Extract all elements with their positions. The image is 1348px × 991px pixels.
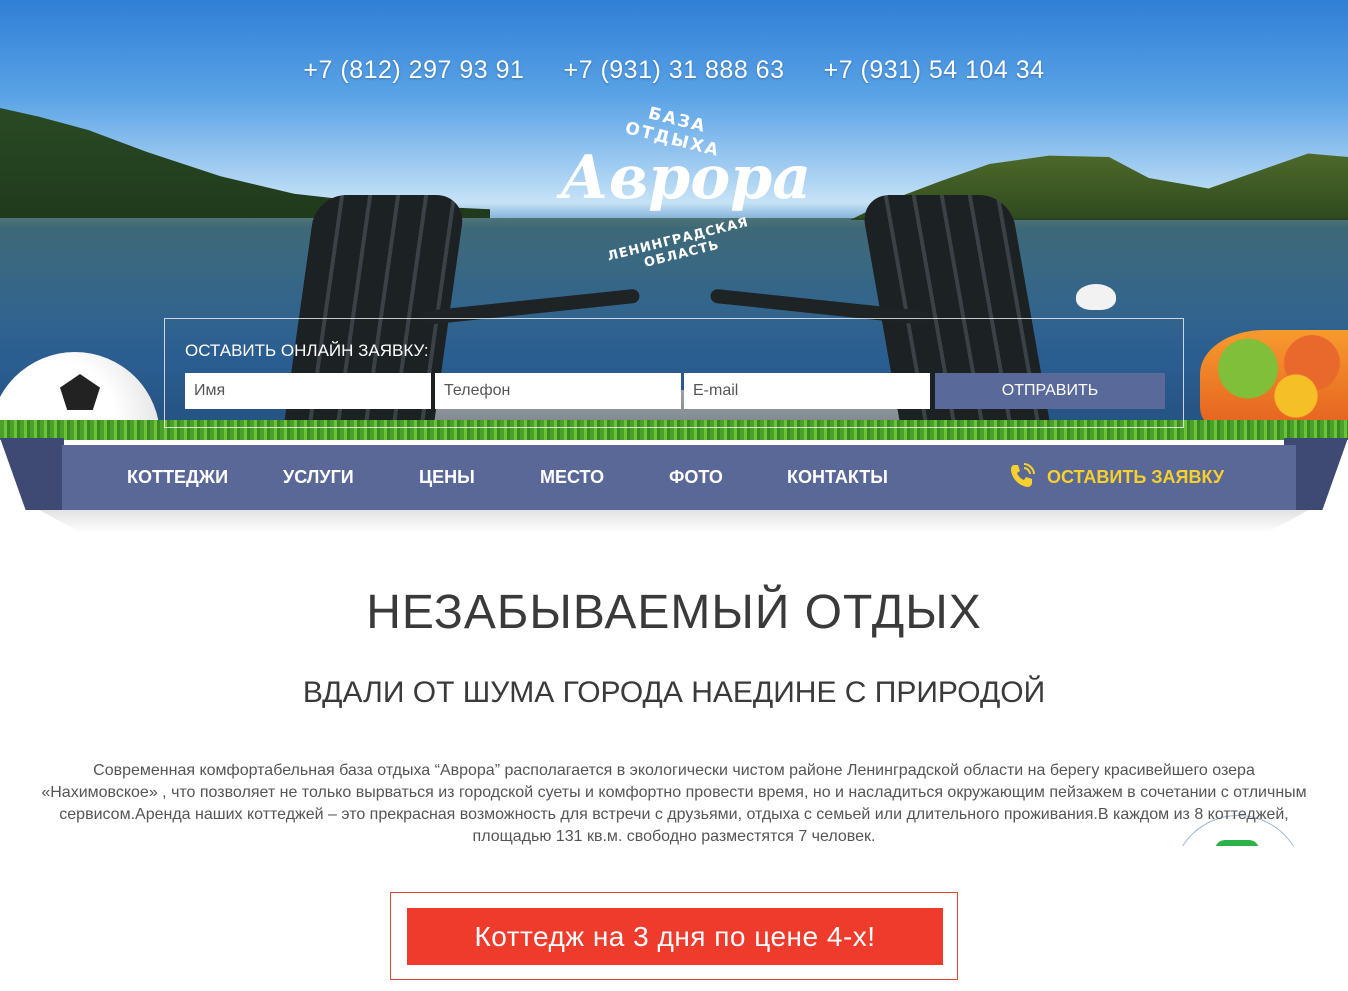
description-text: Современная комфортабельная база отдыха … <box>41 762 1307 845</box>
phone-number-1[interactable]: +7 (812) 297 93 91 <box>303 56 524 85</box>
widget-mask <box>1150 846 1348 991</box>
nav-item-location[interactable]: МЕСТО <box>540 445 604 510</box>
form-title: ОСТАВИТЬ ОНЛАЙН ЗАЯВКУ: <box>185 341 429 360</box>
email-input[interactable] <box>684 373 930 409</box>
main-navigation: КОТТЕДЖИ УСЛУГИ ЦЕНЫ МЕСТО ФОТО КОНТАКТЫ… <box>62 445 1296 510</box>
site-logo[interactable]: БАЗА ОТДЫХА Аврора ЛЕНИНГРАДСКАЯ ОБЛАСТЬ <box>560 100 812 280</box>
nav-item-cottages[interactable]: КОТТЕДЖИ <box>127 445 228 510</box>
online-request-form: ОСТАВИТЬ ОНЛАЙН ЗАЯВКУ: ОТПРАВИТЬ <box>164 318 1184 428</box>
nav-item-photo[interactable]: ФОТО <box>669 445 723 510</box>
name-input[interactable] <box>185 373 431 409</box>
leave-request-link[interactable]: ОСТАВИТЬ ЗАЯВКУ <box>1011 445 1225 510</box>
page-subtitle: ВДАЛИ ОТ ШУМА ГОРОДА НАЕДИНЕ С ПРИРОДОЙ <box>302 676 1046 709</box>
submit-button[interactable]: ОТПРАВИТЬ <box>935 373 1165 409</box>
nav-ribbon-left <box>0 438 64 510</box>
phone-number-3[interactable]: +7 (931) 54 104 34 <box>824 56 1045 85</box>
nav-item-contacts[interactable]: КОНТАКТЫ <box>787 445 888 510</box>
nav-item-services[interactable]: УСЛУГИ <box>283 445 354 510</box>
phone-input[interactable] <box>435 373 681 409</box>
phone-list: +7 (812) 297 93 91 +7 (931) 31 888 63 +7… <box>0 56 1348 85</box>
phone-number-2[interactable]: +7 (931) 31 888 63 <box>564 56 785 85</box>
hero-banner: +7 (812) 297 93 91 +7 (931) 31 888 63 +7… <box>0 0 1348 440</box>
promo-frame: Коттедж на 3 дня по цене 4-х! <box>390 892 958 980</box>
leave-request-label: ОСТАВИТЬ ЗАЯВКУ <box>1047 467 1225 487</box>
logo-name: Аврора <box>560 143 812 213</box>
phone-icon <box>1011 463 1035 487</box>
swan-image <box>1076 284 1116 310</box>
promo-button[interactable]: Коттедж на 3 дня по цене 4-х! <box>407 908 943 965</box>
page-title: НЕЗАБЫВАЕМЫЙ ОТДЫХ <box>366 586 982 639</box>
logo-bottom-text: ЛЕНИНГРАДСКАЯ ОБЛАСТЬ <box>606 214 751 271</box>
nav-item-prices[interactable]: ЦЕНЫ <box>419 445 475 510</box>
